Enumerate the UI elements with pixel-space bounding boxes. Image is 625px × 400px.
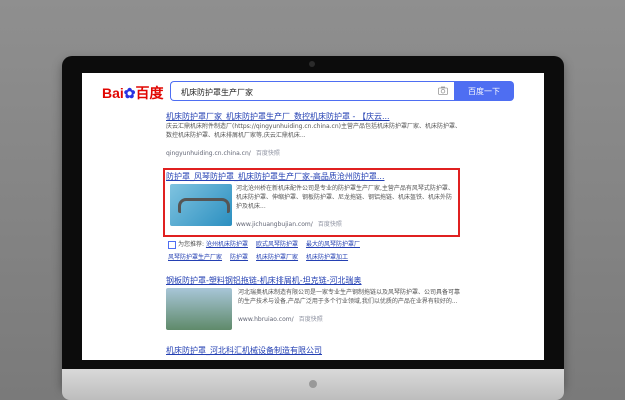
result-url[interactable]: www.hbruiao.com/	[238, 316, 294, 323]
related-link[interactable]: 风琴防护罩生产厂家	[168, 254, 222, 261]
search-box[interactable]	[170, 81, 454, 101]
result-url[interactable]: qingyunhuiding.cn.china.cn/	[166, 150, 251, 157]
related-link[interactable]: 欧式风琴防护罩	[256, 241, 298, 248]
result-snippet: 河北沧州桥在新机床配件公司是专业的防护罩生产厂家,主营产品有风琴式防护罩、机床防…	[236, 185, 454, 210]
drag-chain-icon	[178, 198, 230, 213]
related-link[interactable]: 沧州机床防护罩	[206, 241, 248, 248]
related-label: 为您推荐:	[178, 241, 205, 248]
result-item-4: 机床防护罩_河北科汇机械设备制造有限公司	[166, 345, 466, 356]
snapshot-link[interactable]: 百度快照	[256, 150, 280, 157]
result-item-3: 钢板防护罩-塑料钢铝拖链-机床排屑机-坦克链-河北瑞奥 河北瑞奥机床制造有限公司…	[166, 275, 466, 330]
related-link[interactable]: 防护罩	[230, 254, 248, 261]
search-input[interactable]	[179, 83, 433, 101]
result-item-1: 机床防护罩厂家_机床防护罩生产厂_数控机床防护罩 - 【庆云... 庆云汇鼎机床…	[166, 111, 466, 159]
result-thumbnail[interactable]	[166, 288, 232, 330]
logo-suffix: 百度	[135, 85, 164, 101]
related-link[interactable]: 机床防护罩加工	[306, 254, 348, 261]
checkbox-icon[interactable]	[168, 240, 176, 249]
result-item-2: 防护罩_风琴防护罩_机床防护罩生产厂家-高品质沧州防护罩... 河北沧州桥在新机…	[166, 171, 458, 228]
result-url[interactable]: www.jichuangbujian.com/	[236, 221, 313, 228]
snapshot-link[interactable]: 百度快照	[318, 221, 342, 228]
monitor-logo-icon	[309, 380, 317, 388]
result-thumbnail[interactable]	[170, 184, 232, 226]
logo-text: Bai	[102, 85, 124, 101]
webcam-icon	[309, 61, 315, 67]
browser-screen: Bai✿百度 百度一下 机床防护罩厂家_机床防护罩生产厂_数控机床防护罩 - 【…	[82, 73, 544, 360]
result-title[interactable]: 机床防护罩厂家_机床防护罩生产厂_数控机床防护罩 - 【庆云...	[166, 111, 466, 122]
paw-icon: ✿	[123, 85, 136, 101]
search-button[interactable]: 百度一下	[454, 81, 514, 101]
result-title[interactable]: 钢板防护罩-塑料钢铝拖链-机床排屑机-坦克链-河北瑞奥	[166, 275, 466, 286]
camera-icon[interactable]	[438, 86, 448, 95]
monitor-chin	[62, 369, 564, 400]
baidu-logo[interactable]: Bai✿百度	[102, 83, 164, 103]
result-title[interactable]: 机床防护罩_河北科汇机械设备制造有限公司	[166, 345, 466, 356]
related-link[interactable]: 机床防护罩厂家	[256, 254, 298, 261]
related-searches: 为您推荐: 沧州机床防护罩 欧式风琴防护罩 最大的风琴防护罩厂 风琴防护罩生产厂家 防…	[168, 239, 468, 261]
result-snippet: 庆云汇鼎机床附件制造厂(https://qingyunhuiding.cn.ch…	[166, 123, 461, 139]
result-title[interactable]: 防护罩_风琴防护罩_机床防护罩生产厂家-高品质沧州防护罩...	[166, 171, 458, 182]
search-header: Bai✿百度 百度一下	[82, 73, 544, 109]
result-snippet: 河北瑞奥机床制造有限公司是一家专业生产钢制拖链以及风琴防护罩、公司具备可靠的生产…	[238, 289, 461, 305]
snapshot-link[interactable]: 百度快照	[299, 316, 323, 323]
related-link[interactable]: 最大的风琴防护罩厂	[306, 241, 360, 248]
